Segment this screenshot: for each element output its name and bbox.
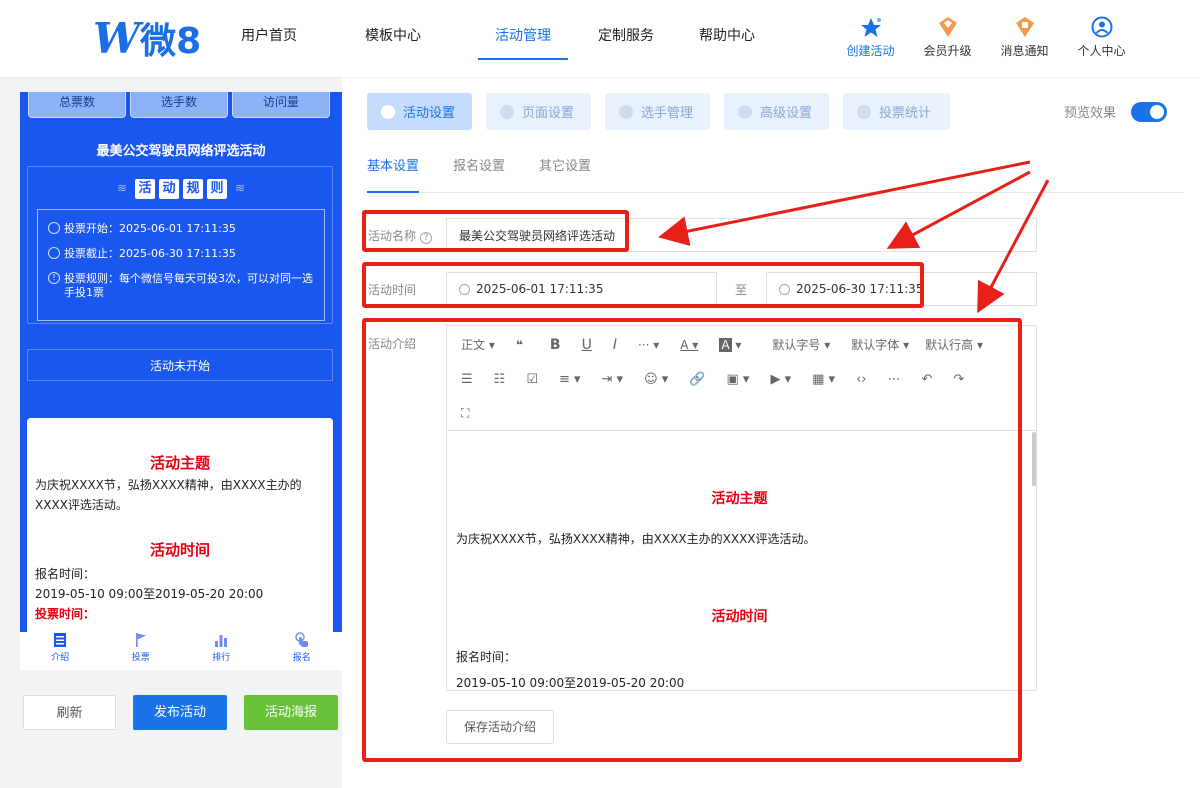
page: W 微8 用户首页 模板中心 活动管理 定制服务 帮助中心 创建活动 会员升级 …	[0, 0, 1200, 788]
annotation-arrows	[658, 160, 1050, 314]
